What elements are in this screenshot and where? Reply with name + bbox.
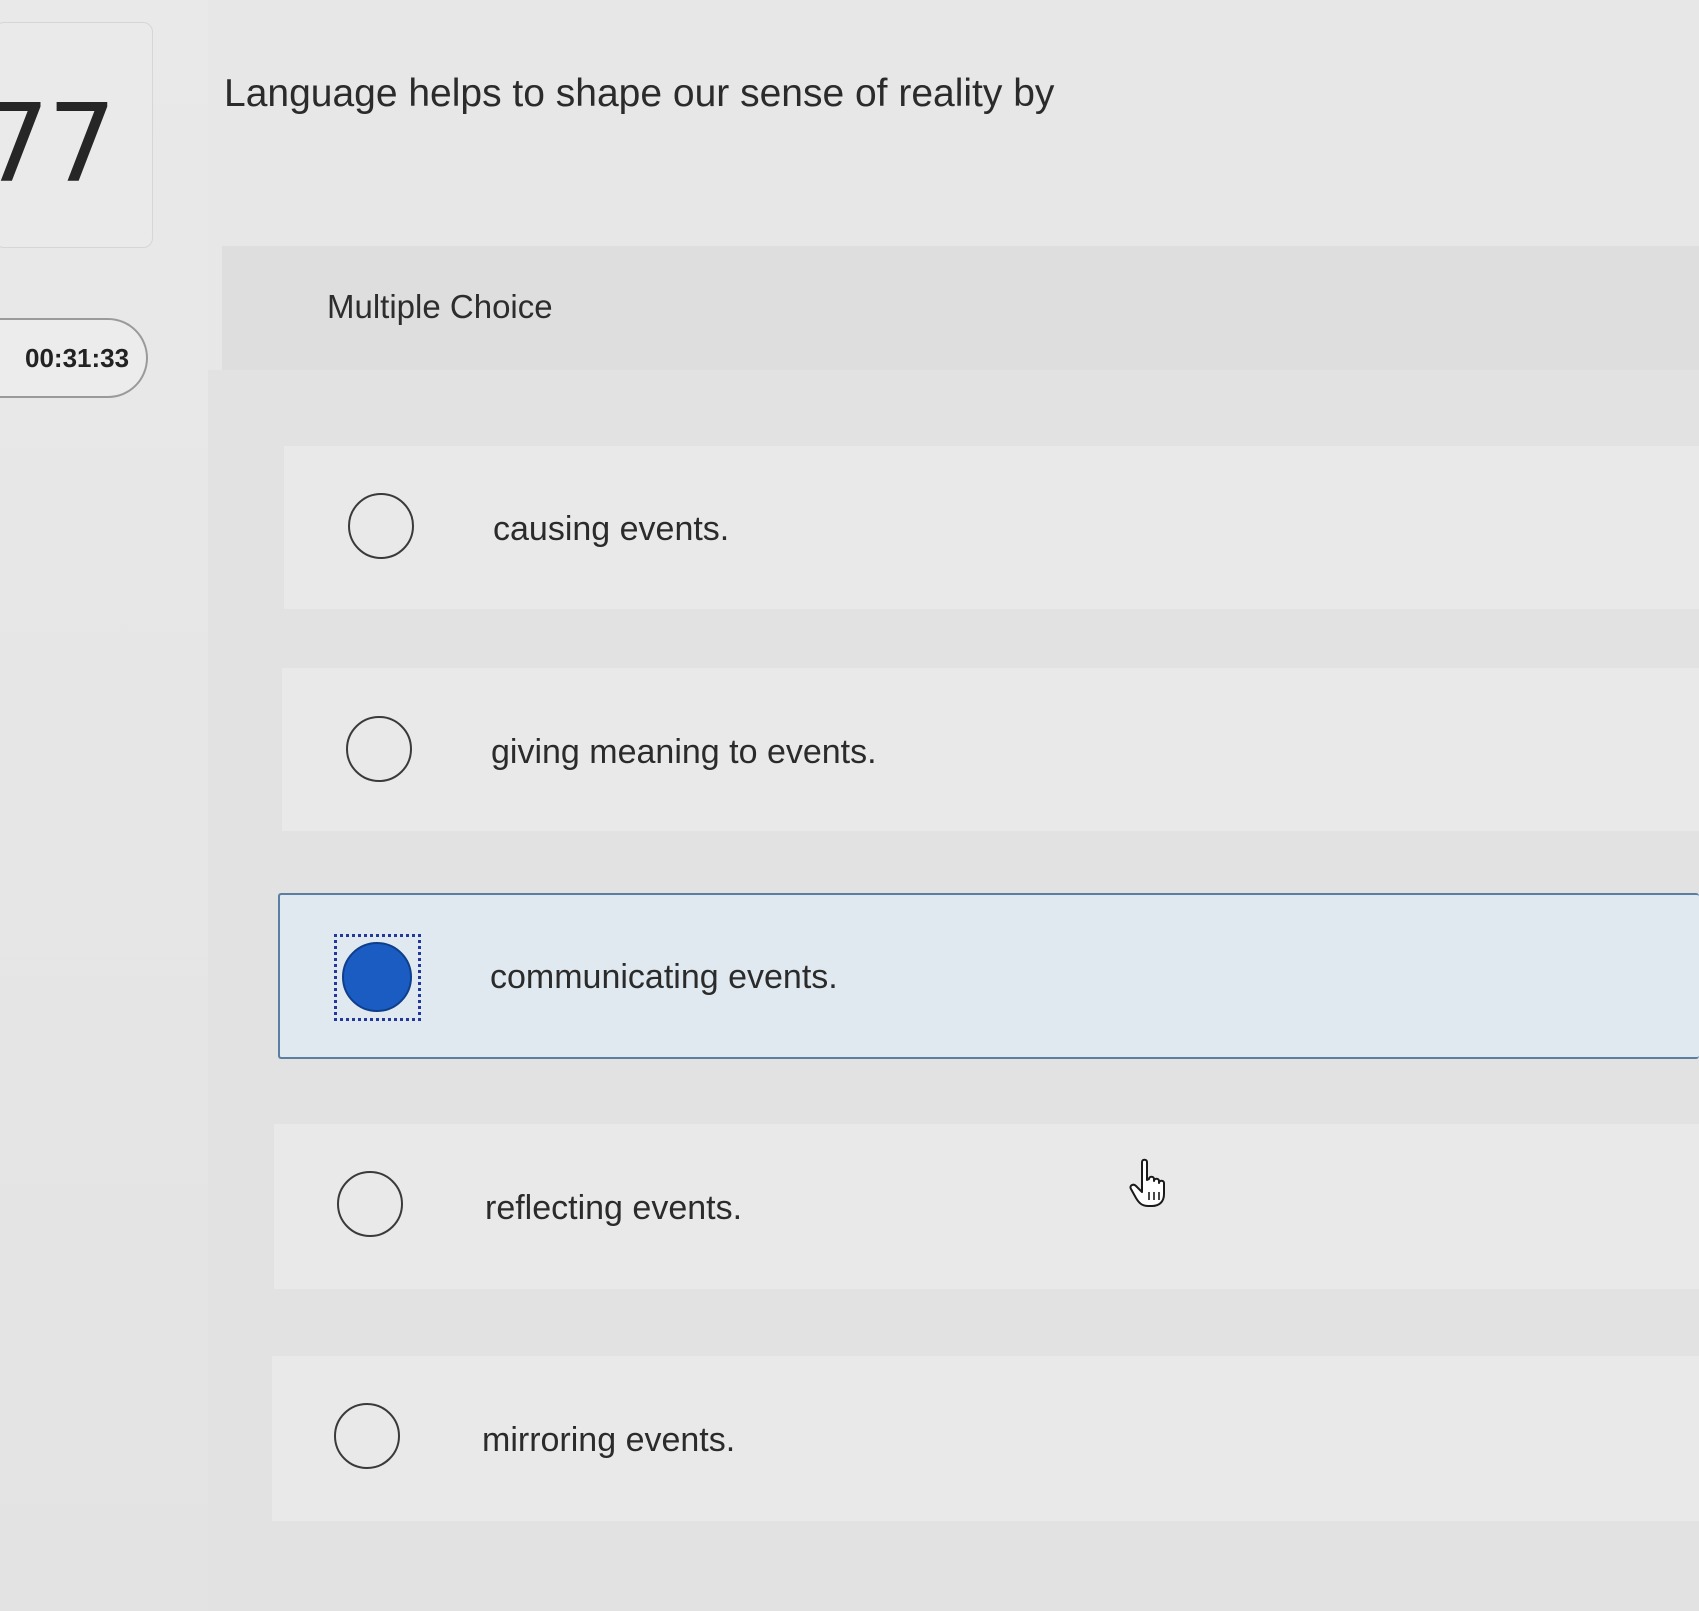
question-text: Language helps to shape our sense of rea… [224, 72, 1055, 115]
choice-option-1[interactable]: causing events. [284, 446, 1699, 609]
radio-button-3-selected[interactable] [342, 942, 412, 1012]
timer-text: 00:31:33 [25, 343, 130, 373]
radio-button-4[interactable] [337, 1171, 403, 1237]
choice-label-3: communicating events. [490, 958, 838, 996]
choice-option-2[interactable]: giving meaning to events. [282, 668, 1699, 831]
question-number-box: 77 [0, 22, 153, 248]
radio-button-1[interactable] [348, 493, 414, 559]
choice-label-4: reflecting events. [485, 1189, 743, 1227]
question-number: 77 [0, 82, 116, 207]
hand-pointer-icon [1129, 1158, 1165, 1207]
choice-label-5: mirroring events. [482, 1421, 736, 1459]
choice-option-4[interactable]: reflecting events. [274, 1124, 1699, 1289]
choice-option-5[interactable]: mirroring events. [272, 1356, 1699, 1521]
choice-label-2: giving meaning to events. [491, 733, 877, 771]
choice-label-1: causing events. [493, 510, 730, 548]
radio-button-2[interactable] [346, 716, 412, 782]
choice-option-3[interactable]: communicating events. [278, 893, 1699, 1059]
question-type-label: Multiple Choice [327, 288, 553, 325]
timer-pill: 00:31:33 [0, 318, 148, 398]
radio-button-5[interactable] [334, 1403, 400, 1469]
